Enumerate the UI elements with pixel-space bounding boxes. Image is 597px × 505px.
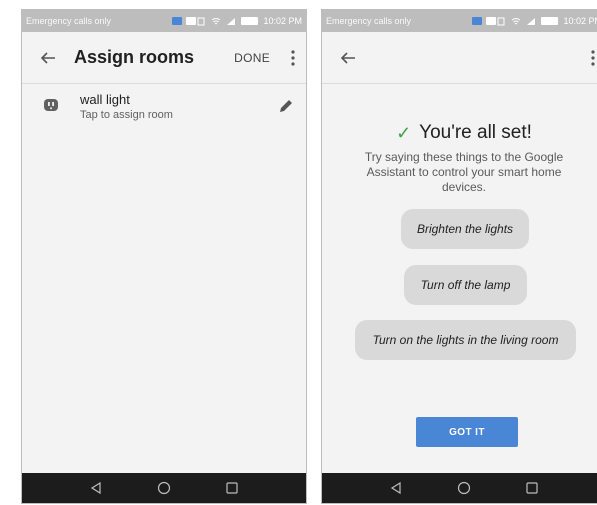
back-arrow-icon <box>340 51 355 64</box>
recents-square-icon <box>226 482 238 494</box>
suggestion-chip-3[interactable]: Turn on the lights in the living room <box>355 320 576 360</box>
system-nav-bar <box>22 473 306 503</box>
nav-home-button[interactable] <box>452 476 476 500</box>
device-name: wall light <box>80 92 130 107</box>
assistant-description: Try saying these things to the Google As… <box>364 150 564 194</box>
phone-screen-assign-rooms: Emergency calls only 10:02 PM Assign roo… <box>21 9 307 504</box>
status-carrier-text: Emergency calls only <box>326 16 412 26</box>
nav-back-button[interactable] <box>384 476 408 500</box>
suggestion-chip-1[interactable]: Brighten the lights <box>401 209 529 249</box>
battery-icon <box>541 17 559 25</box>
vibrate-icon <box>197 17 205 25</box>
battery-icon <box>241 17 259 25</box>
back-triangle-icon <box>390 481 401 495</box>
app-bar: Assign rooms DONE <box>22 32 306 84</box>
wifi-icon <box>212 17 221 24</box>
more-vert-icon <box>591 49 595 66</box>
notification-white-icon <box>486 17 497 25</box>
plug-icon <box>44 99 58 111</box>
status-bar: Emergency calls only 10:02 PM <box>22 10 306 32</box>
nav-home-button[interactable] <box>152 476 176 500</box>
notification-white-icon <box>186 17 197 25</box>
status-bar: Emergency calls only 10:02 PM <box>322 10 597 32</box>
status-time: 10:02 PM <box>263 16 302 26</box>
home-circle-icon <box>457 481 471 495</box>
notification-blue-icon <box>472 17 483 25</box>
device-list-item[interactable]: wall light Tap to assign room <box>22 92 306 136</box>
signal-icon <box>527 17 536 25</box>
back-triangle-icon <box>90 481 101 495</box>
page-title: Assign rooms <box>74 47 195 67</box>
nav-recents-button[interactable] <box>520 476 544 500</box>
wifi-icon <box>512 17 521 24</box>
back-arrow-icon <box>40 51 55 64</box>
all-set-heading: You're all set! <box>419 122 532 143</box>
phone-screen-all-set: Emergency calls only 10:02 PM ✓ You're a… <box>321 9 597 504</box>
home-circle-icon <box>157 481 171 495</box>
check-icon: ✓ <box>396 122 412 143</box>
nav-back-button[interactable] <box>84 476 108 500</box>
device-subtitle: Tap to assign room <box>80 109 173 121</box>
more-vert-icon <box>291 49 295 66</box>
suggestion-chip-2[interactable]: Turn off the lamp <box>404 265 527 305</box>
setup-complete-panel: ✓ You're all set! Try saying these thing… <box>322 122 597 195</box>
done-button[interactable]: DONE <box>234 51 270 65</box>
status-carrier-text: Emergency calls only <box>26 16 112 26</box>
notification-blue-icon <box>172 17 183 25</box>
status-time: 10:02 PM <box>563 16 597 26</box>
back-button[interactable] <box>22 32 74 84</box>
edit-pencil-icon <box>280 100 292 112</box>
more-options-button[interactable] <box>580 32 597 84</box>
more-options-button[interactable] <box>280 32 306 84</box>
got-it-button[interactable]: GOT IT <box>416 417 518 447</box>
app-bar <box>322 32 597 84</box>
back-button[interactable] <box>322 32 374 84</box>
vibrate-icon <box>497 17 505 25</box>
nav-recents-button[interactable] <box>220 476 244 500</box>
edit-device-button[interactable] <box>266 92 306 114</box>
signal-icon <box>227 17 236 25</box>
system-nav-bar <box>322 473 597 503</box>
recents-square-icon <box>526 482 538 494</box>
